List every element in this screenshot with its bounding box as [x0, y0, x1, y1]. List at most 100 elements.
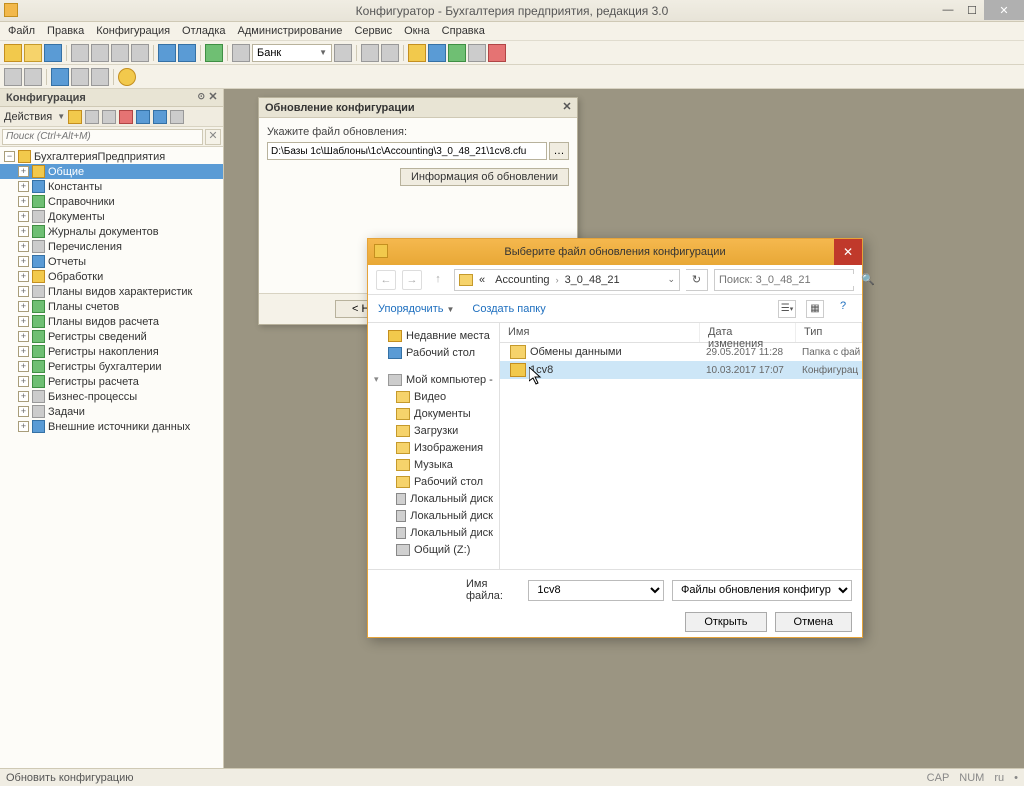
col-date[interactable]: Дата изменения	[700, 323, 796, 342]
filter-select[interactable]: Файлы обновления конфигур	[672, 580, 852, 601]
crumb-seg[interactable]: 3_0_48_21	[561, 274, 624, 286]
tb-d-icon[interactable]	[428, 44, 446, 62]
expand-icon[interactable]: +	[18, 301, 29, 312]
place-item[interactable]: Видео	[368, 388, 499, 405]
places-computer[interactable]: ▾ Мой компьютер -	[368, 371, 499, 388]
pin-icon[interactable]: ⊙	[197, 91, 205, 102]
tb2-b-icon[interactable]	[24, 68, 42, 86]
crumb-seg[interactable]: «	[475, 274, 489, 286]
forward-icon[interactable]: →	[402, 270, 422, 290]
expand-icon[interactable]: +	[18, 391, 29, 402]
close-icon[interactable]: ✕	[206, 90, 220, 104]
info-button[interactable]: Информация об обновлении	[400, 168, 569, 186]
clear-search-icon[interactable]: ✕	[205, 129, 221, 145]
menu-edit[interactable]: Правка	[47, 25, 84, 37]
menu-debug[interactable]: Отладка	[182, 25, 225, 37]
sa-c-icon[interactable]	[102, 110, 116, 124]
expand-icon[interactable]: +	[18, 286, 29, 297]
menu-file[interactable]: Файл	[8, 25, 35, 37]
tree-item[interactable]: +Документы	[0, 209, 223, 224]
close-button[interactable]: ✕	[984, 0, 1024, 20]
menu-service[interactable]: Сервис	[354, 25, 392, 37]
tree-item[interactable]: +Регистры накопления	[0, 344, 223, 359]
places-network[interactable]: ▸ Сеть	[368, 568, 499, 569]
col-name[interactable]: Имя	[500, 323, 700, 342]
ofd-search[interactable]: 🔍	[714, 269, 854, 291]
search-input[interactable]	[2, 129, 203, 145]
place-item[interactable]: Локальный диск	[368, 524, 499, 541]
tb-f-icon[interactable]	[468, 44, 486, 62]
places-panel[interactable]: Недавние местаРабочий стол ▾ Мой компьют…	[368, 323, 500, 569]
tb-paste-icon[interactable]	[111, 44, 129, 62]
help-icon[interactable]: ?	[834, 300, 852, 318]
breadcrumb[interactable]: « Accounting › 3_0_48_21 ⌄	[454, 269, 680, 291]
ofd-search-input[interactable]	[719, 274, 861, 286]
view-list-icon[interactable]: ☰▾	[778, 300, 796, 318]
menu-admin[interactable]: Администрирование	[238, 25, 343, 37]
tb-a-icon[interactable]	[361, 44, 379, 62]
update-path-input[interactable]	[267, 142, 547, 160]
tb2-d-icon[interactable]	[71, 68, 89, 86]
expand-icon[interactable]: +	[18, 196, 29, 207]
tree-item[interactable]: +Журналы документов	[0, 224, 223, 239]
tree-item[interactable]: +Планы видов расчета	[0, 314, 223, 329]
menu-config[interactable]: Конфигурация	[96, 25, 170, 37]
tb-open-icon[interactable]	[24, 44, 42, 62]
file-list-header[interactable]: Имя Дата изменения Тип	[500, 323, 862, 343]
expand-icon[interactable]: +	[18, 316, 29, 327]
close-icon[interactable]: ✕	[834, 239, 862, 265]
expand-icon[interactable]: +	[18, 181, 29, 192]
tb2-e-icon[interactable]	[91, 68, 109, 86]
tb-redo-icon[interactable]	[178, 44, 196, 62]
back-icon[interactable]: ←	[376, 270, 396, 290]
tb-copy-icon[interactable]	[91, 44, 109, 62]
tree-item[interactable]: +Регистры расчета	[0, 374, 223, 389]
maximize-button[interactable]: ☐	[960, 0, 984, 20]
crumb-seg[interactable]: Accounting	[491, 274, 553, 286]
menu-help[interactable]: Справка	[442, 25, 485, 37]
expand-icon[interactable]: +	[18, 421, 29, 432]
tree-item[interactable]: +Бизнес-процессы	[0, 389, 223, 404]
expand-icon[interactable]: +	[18, 361, 29, 372]
expand-icon[interactable]: +	[18, 226, 29, 237]
expand-icon[interactable]: +	[18, 376, 29, 387]
place-item[interactable]: Документы	[368, 405, 499, 422]
col-type[interactable]: Тип	[796, 323, 862, 342]
menu-windows[interactable]: Окна	[404, 25, 430, 37]
expand-icon[interactable]: +	[18, 211, 29, 222]
chevron-down-icon[interactable]: ▼	[57, 112, 65, 121]
newfolder-button[interactable]: Создать папку	[472, 303, 545, 315]
expand-icon[interactable]: +	[18, 166, 29, 177]
filename-input[interactable]: 1cv8	[528, 580, 664, 601]
tb-print-icon[interactable]	[131, 44, 149, 62]
expand-icon[interactable]: +	[18, 406, 29, 417]
tree-item[interactable]: +Константы	[0, 179, 223, 194]
tb2-c-icon[interactable]	[51, 68, 69, 86]
up-icon[interactable]: ↑	[428, 270, 448, 290]
place-item[interactable]: Недавние места	[368, 327, 499, 344]
tree-root[interactable]: − БухгалтерияПредприятия	[0, 149, 223, 164]
place-item[interactable]: Локальный диск	[368, 490, 499, 507]
tb-cut-icon[interactable]	[71, 44, 89, 62]
browse-button[interactable]: …	[549, 142, 569, 160]
expand-icon[interactable]: +	[18, 346, 29, 357]
tb-search-icon[interactable]	[232, 44, 250, 62]
sa-del-icon[interactable]	[119, 110, 133, 124]
place-item[interactable]: Локальный диск	[368, 507, 499, 524]
sa-up-icon[interactable]	[136, 110, 150, 124]
tree-item[interactable]: +Регистры сведений	[0, 329, 223, 344]
expand-icon[interactable]: +	[18, 241, 29, 252]
place-item[interactable]: Рабочий стол	[368, 344, 499, 361]
chevron-down-icon[interactable]: ⌄	[667, 274, 675, 285]
tree-item[interactable]: +Регистры бухгалтерии	[0, 359, 223, 374]
search-icon[interactable]: 🔍	[861, 273, 875, 286]
tree-item[interactable]: +Отчеты	[0, 254, 223, 269]
expand-icon[interactable]: +	[18, 256, 29, 267]
view-details-icon[interactable]: ▦	[806, 300, 824, 318]
place-item[interactable]: Изображения	[368, 439, 499, 456]
sa-sort-icon[interactable]	[170, 110, 184, 124]
tb-delete-icon[interactable]	[334, 44, 352, 62]
tree-item[interactable]: +Задачи	[0, 404, 223, 419]
tree-item[interactable]: +Планы счетов	[0, 299, 223, 314]
close-icon[interactable]: ✕	[560, 100, 574, 114]
